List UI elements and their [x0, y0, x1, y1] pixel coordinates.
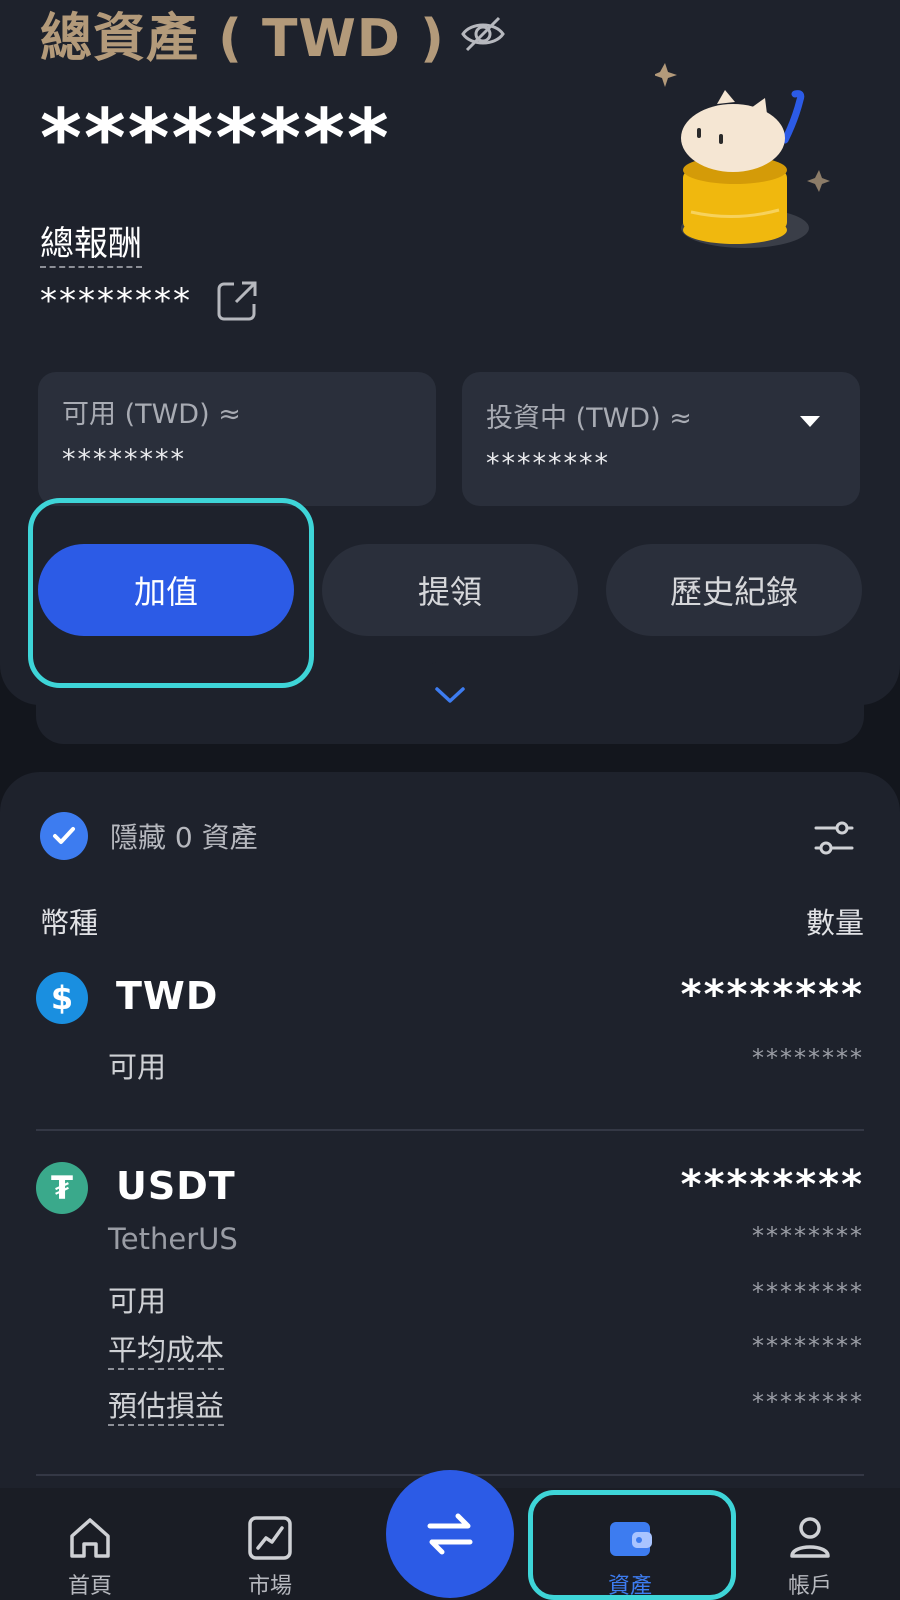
hide-zero-assets-toggle[interactable]: 隱藏 0 資產 [40, 812, 258, 860]
nav-account[interactable]: 帳戶 [750, 1488, 870, 1600]
asset-list-card: 隱藏 0 資產 幣種 數量 $ TWD ******** 可用 ********… [0, 772, 900, 1532]
nav-home[interactable]: 首頁 [30, 1488, 150, 1600]
eye-off-icon[interactable] [459, 10, 507, 58]
hide-zero-assets-label: 隱藏 0 資產 [110, 821, 258, 854]
filter-icon[interactable] [812, 816, 856, 860]
twd-coin-icon: $ [36, 972, 88, 1024]
nav-home-label: 首頁 [67, 1574, 112, 1599]
available-row-value: ******** [752, 1044, 864, 1072]
available-card: 可用 (TWD) ≈ ******** [38, 372, 436, 506]
trade-swap-button[interactable] [386, 1470, 514, 1598]
estimated-pnl-value: ******** [752, 1388, 864, 1416]
asset-row-twd[interactable]: $ TWD ******** 可用 ******** [36, 972, 864, 1084]
estimated-pnl-label[interactable]: 預估損益 [108, 1388, 225, 1426]
usdt-coin-icon: ₮ [36, 1162, 88, 1214]
title-row: 總資產 ( TWD ) [40, 0, 507, 71]
page-title: 總資產 ( TWD ) [40, 9, 445, 69]
available-value: ******** [62, 444, 186, 475]
nav-account-label: 帳戶 [787, 1574, 832, 1599]
nav-assets-label: 資產 [607, 1574, 652, 1599]
chart-icon [248, 1516, 292, 1560]
average-cost-label[interactable]: 平均成本 [108, 1332, 225, 1370]
home-icon [70, 1518, 110, 1558]
currency-column-header: 幣種 [40, 906, 99, 940]
withdraw-button[interactable]: 提領 [322, 544, 578, 636]
total-reward-value: ******** [40, 281, 192, 321]
nav-market[interactable]: 市場 [210, 1488, 330, 1600]
deposit-button[interactable]: 加值 [38, 544, 294, 636]
history-button[interactable]: 歷史紀錄 [606, 544, 862, 636]
total-assets-value: ******** [40, 92, 391, 185]
chevron-down-icon [435, 687, 465, 703]
check-icon[interactable] [40, 812, 88, 860]
average-cost-value: ******** [752, 1332, 864, 1360]
external-link-icon[interactable] [214, 278, 260, 324]
asset-symbol: TWD [116, 974, 219, 1018]
fullname-row-value: ******** [752, 1222, 864, 1250]
total-reward-label[interactable]: 總報酬 [40, 222, 142, 268]
nav-assets[interactable]: 資產 [570, 1488, 690, 1600]
asset-fullname: TetherUS [108, 1222, 238, 1256]
wallet-icon [610, 1522, 652, 1556]
reward-row: ******** [40, 278, 260, 324]
available-row-label: 可用 [108, 1050, 167, 1084]
asset-symbol: USDT [116, 1164, 236, 1208]
investing-card[interactable]: 投資中 (TWD) ≈ ******** [462, 372, 860, 506]
available-row-label: 可用 [108, 1284, 167, 1318]
divider [36, 1129, 864, 1131]
investing-value: ******** [486, 448, 610, 479]
investing-label: 投資中 (TWD) ≈ [486, 403, 692, 434]
mascot-illustration [655, 63, 830, 248]
available-label: 可用 (TWD) ≈ [62, 399, 241, 430]
asset-quantity: ******** [680, 1162, 864, 1208]
quantity-column-header: 數量 [805, 906, 864, 940]
swap-icon [427, 1513, 473, 1555]
available-row-value: ******** [752, 1278, 864, 1306]
asset-quantity: ******** [680, 972, 864, 1018]
dropdown-arrow-icon[interactable] [800, 416, 820, 427]
nav-market-label: 市場 [247, 1574, 292, 1599]
asset-summary-card: 總資產 ( TWD ) ******** 總報酬 ******** 可用 (TW… [0, 0, 900, 705]
user-icon [790, 1517, 830, 1558]
asset-row-usdt[interactable]: ₮ USDT ******** TetherUS ******** 可用 ***… [36, 1162, 864, 1452]
